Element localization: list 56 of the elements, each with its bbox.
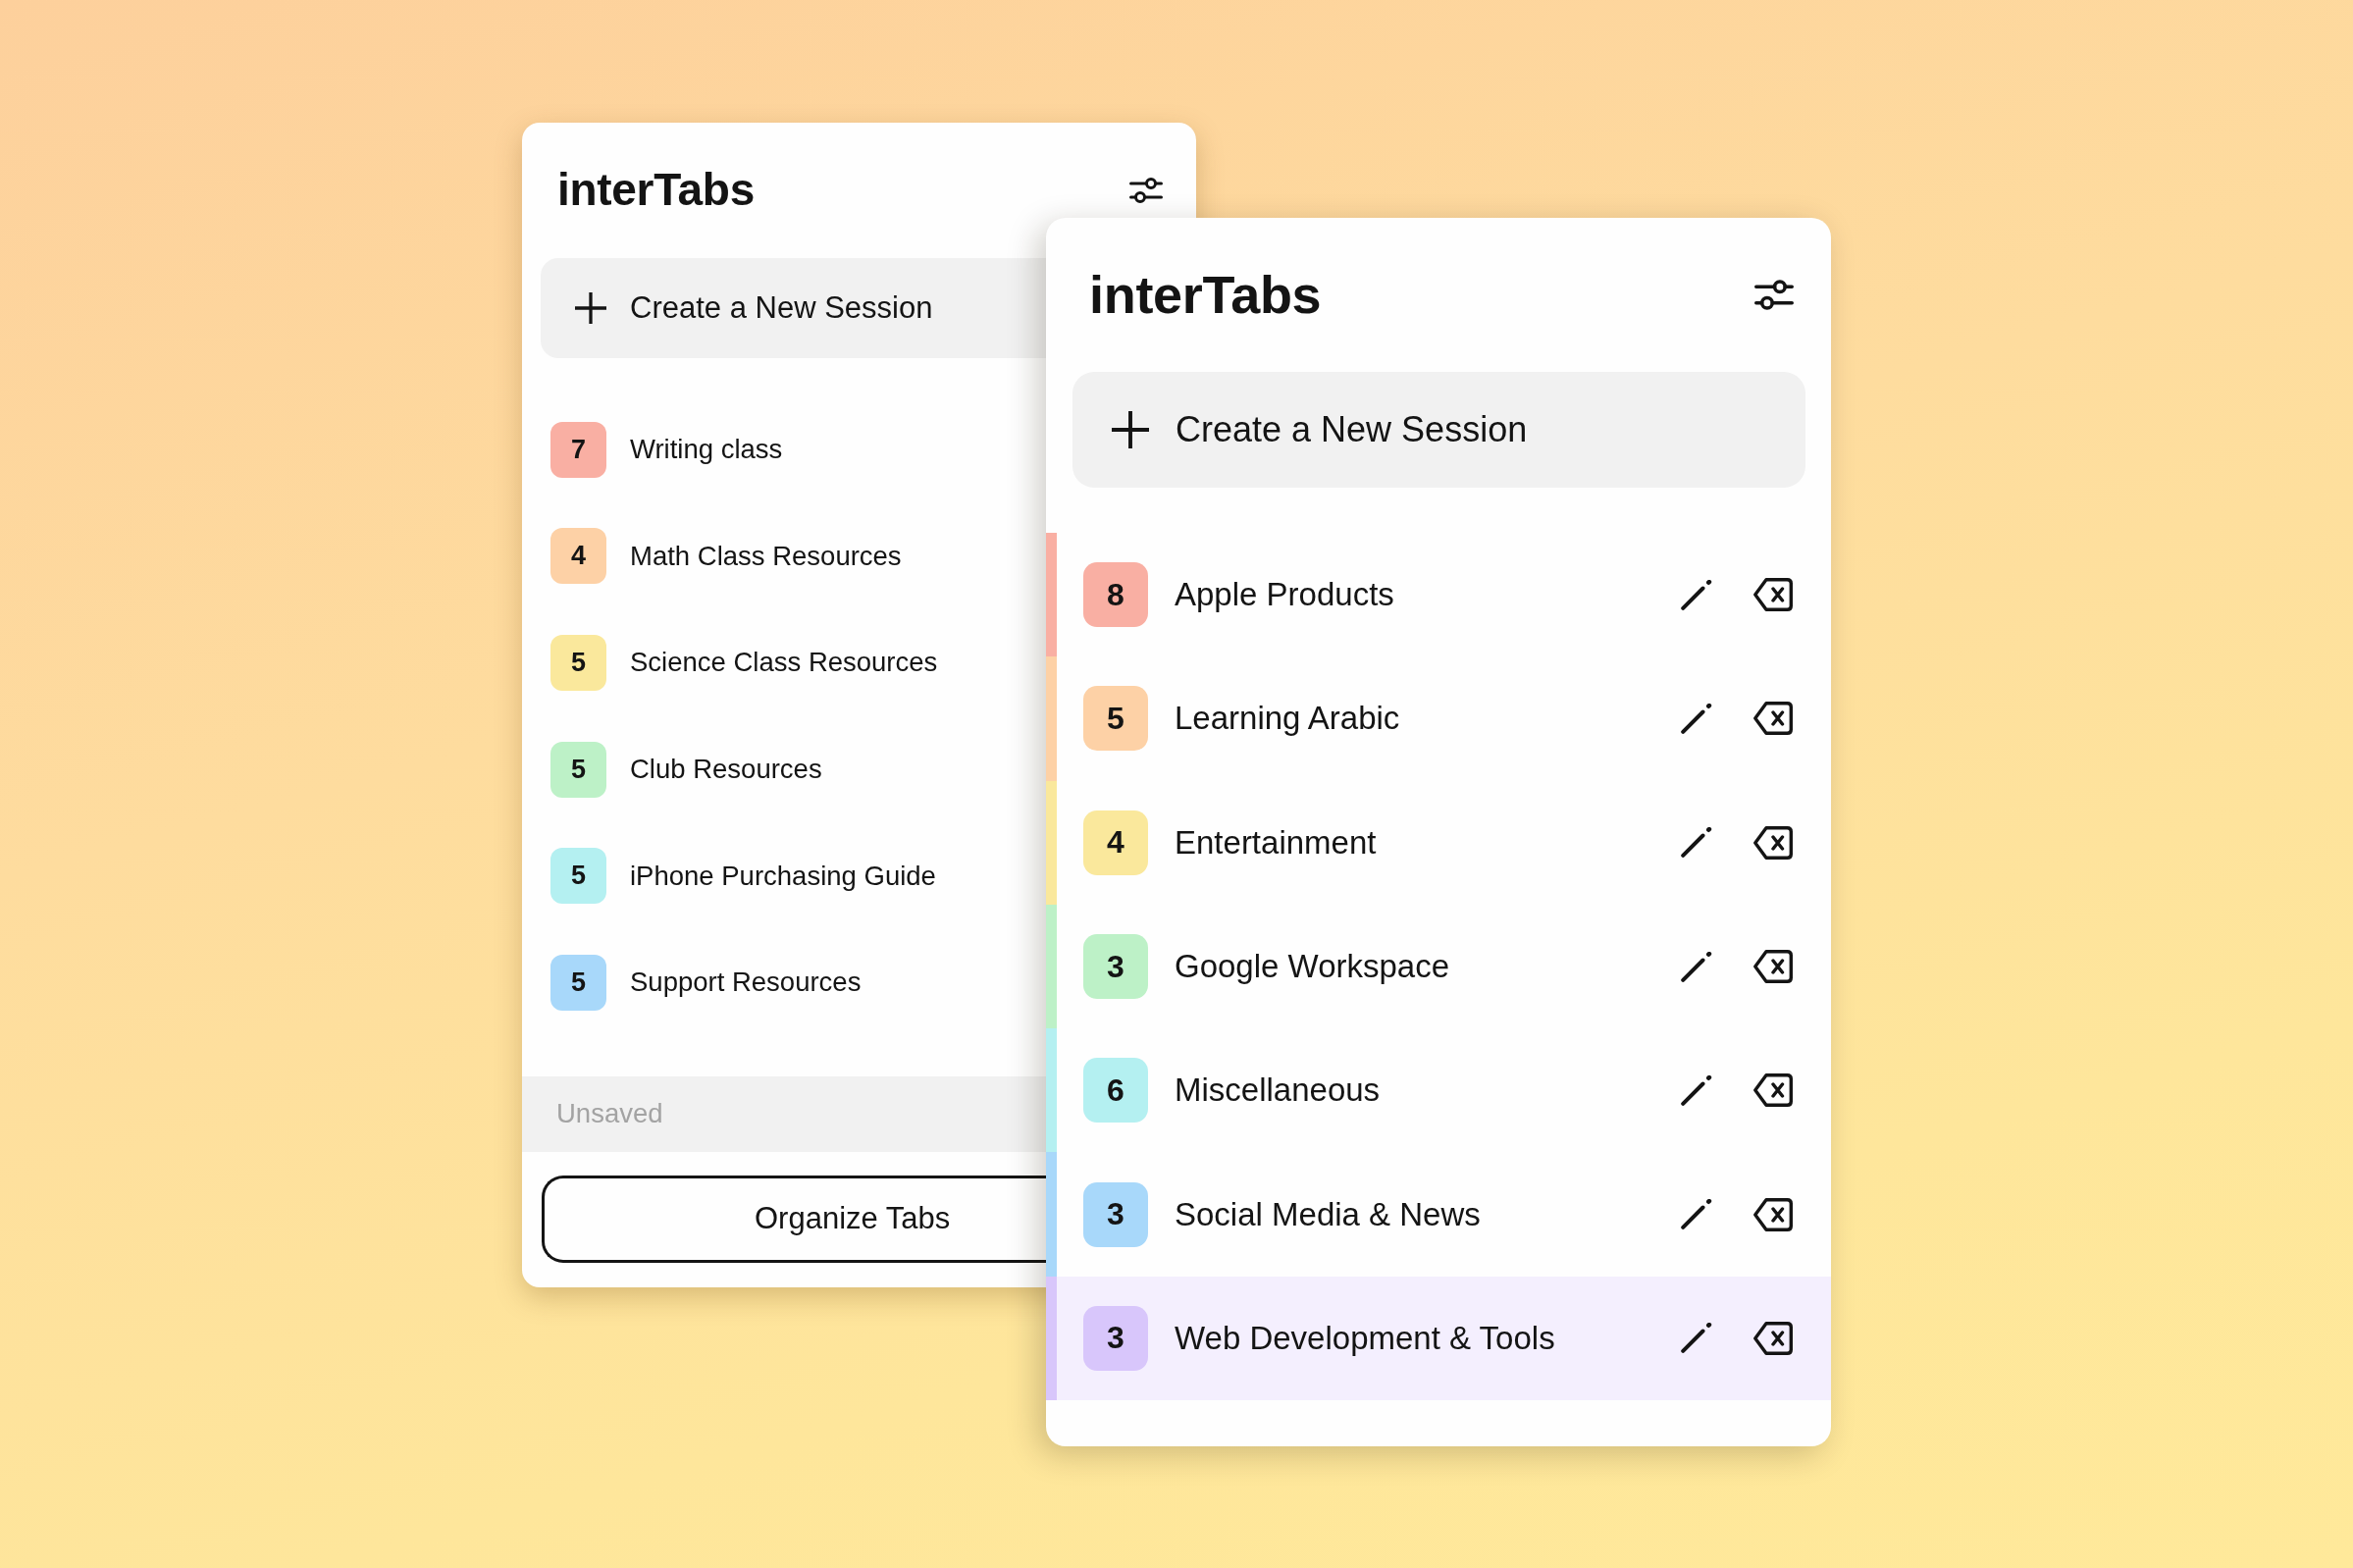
tab-count-badge: 5 xyxy=(550,954,606,1011)
organize-tabs-button[interactable]: Organize Tabs xyxy=(542,1175,1046,1263)
session-row[interactable]: 8 Apple Products xyxy=(1046,533,1831,657)
session-name[interactable]: Science Class Resources xyxy=(630,647,938,679)
session-name[interactable]: Support Resources xyxy=(630,967,862,999)
backspace-icon[interactable] xyxy=(1753,1197,1793,1231)
settings-icon[interactable] xyxy=(1754,278,1794,311)
session-row[interactable]: 4 Entertainment xyxy=(1046,780,1831,905)
tab-count-badge: 5 xyxy=(550,635,606,691)
pencil-icon[interactable] xyxy=(1681,1199,1712,1230)
backspace-icon[interactable] xyxy=(1753,950,1793,984)
tab-count-badge: 7 xyxy=(550,421,606,478)
create-session-button[interactable]: Create a New Session xyxy=(541,258,1046,358)
settings-icon[interactable] xyxy=(1129,177,1163,204)
session-name: Web Development & Tools xyxy=(1175,1319,1555,1357)
plus-icon xyxy=(575,292,606,324)
backspace-icon[interactable] xyxy=(1753,578,1793,612)
tab-count-badge: 3 xyxy=(1083,1181,1148,1247)
session-name: Entertainment xyxy=(1175,823,1377,862)
pencil-icon[interactable] xyxy=(1681,1323,1712,1354)
session-name: Google Workspace xyxy=(1175,948,1450,986)
session-row[interactable]: 3 Web Development & Tools xyxy=(1046,1276,1831,1401)
tab-count-badge: 8 xyxy=(1083,562,1148,628)
tab-count-badge: 5 xyxy=(550,741,606,798)
pencil-icon[interactable] xyxy=(1681,1074,1712,1106)
tab-count-badge: 3 xyxy=(1083,1305,1148,1371)
tab-count-badge: 3 xyxy=(1083,934,1148,1000)
backspace-icon[interactable] xyxy=(1753,1321,1793,1355)
app-title: interTabs xyxy=(1089,263,1322,326)
session-name[interactable]: Writing class xyxy=(630,434,783,466)
session-row[interactable]: 6 Miscellaneous xyxy=(1046,1028,1831,1153)
session-name: Learning Arabic xyxy=(1175,700,1400,738)
session-name: Apple Products xyxy=(1175,576,1394,614)
pencil-icon[interactable] xyxy=(1681,703,1712,734)
backspace-icon[interactable] xyxy=(1753,825,1793,860)
tab-count-badge: 4 xyxy=(1083,810,1148,875)
tab-count-badge: 5 xyxy=(1083,686,1148,752)
tab-count-badge: 5 xyxy=(550,848,606,905)
create-session-button[interactable]: Create a New Session xyxy=(1072,372,1805,488)
session-name[interactable]: iPhone Purchasing Guide xyxy=(630,860,936,892)
session-name[interactable]: Club Resources xyxy=(630,754,822,786)
tab-count-badge: 4 xyxy=(550,528,606,585)
session-name[interactable]: Math Class Resources xyxy=(630,540,902,572)
section-label: Unsaved xyxy=(556,1098,663,1130)
session-name: Miscellaneous xyxy=(1175,1071,1381,1110)
app-title: interTabs xyxy=(557,163,755,218)
pencil-icon[interactable] xyxy=(1681,951,1712,982)
pencil-icon[interactable] xyxy=(1681,827,1712,859)
pencil-icon[interactable] xyxy=(1681,579,1712,610)
tab-count-badge: 6 xyxy=(1083,1058,1148,1124)
backspace-icon[interactable] xyxy=(1753,1073,1793,1108)
plus-icon xyxy=(1112,411,1149,448)
session-name: Social Media & News xyxy=(1175,1195,1481,1233)
backspace-icon[interactable] xyxy=(1753,702,1793,736)
session-row[interactable]: 5 Learning Arabic xyxy=(1046,656,1831,781)
session-row[interactable]: 3 Google Workspace xyxy=(1046,904,1831,1029)
